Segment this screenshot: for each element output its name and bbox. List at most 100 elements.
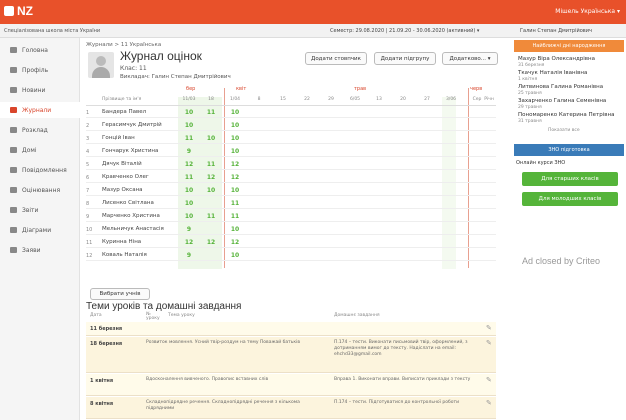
sidebar-item-reports[interactable]: Звіти <box>0 202 80 218</box>
breadcrumb[interactable]: Журнали > 11 Українська <box>86 42 161 48</box>
younger-classes-button[interactable]: Для молодших класів <box>522 192 618 206</box>
grade-cell[interactable]: 10 <box>182 213 196 220</box>
grade-cell[interactable]: 12 <box>228 174 242 181</box>
grade-cell[interactable]: 10 <box>182 109 196 116</box>
more-button[interactable]: Додатково... ▾ <box>442 52 498 65</box>
birthday-name[interactable]: Захарченко Галина Семенівна <box>518 98 606 104</box>
grade-cell[interactable]: 9 <box>182 252 196 259</box>
column-header[interactable]: 13 <box>372 97 386 105</box>
column-header[interactable]: 29 <box>324 97 338 105</box>
sidebar-item-news[interactable]: Новини <box>0 82 80 98</box>
grade-cell[interactable]: 9 <box>182 148 196 155</box>
pupil-name[interactable]: Мельничук Анастасія <box>102 226 164 232</box>
birthdays-more-link[interactable]: Показати все <box>548 128 580 133</box>
pupil-name[interactable]: Дячук Віталій <box>102 161 142 167</box>
grade-cell[interactable]: 10 <box>228 148 242 155</box>
sidebar-item-grading[interactable]: Оцінювання <box>0 182 80 198</box>
pupil-name[interactable]: Бандера Павел <box>102 109 146 115</box>
pencil-icon[interactable]: ✎ <box>486 377 492 384</box>
sidebar-item-requests[interactable]: Заяви <box>0 242 80 258</box>
grade-cell[interactable]: 12 <box>204 239 218 246</box>
sidebar-item-journals[interactable]: Журнали <box>0 102 80 118</box>
grade-cell[interactable]: 10 <box>228 135 242 142</box>
profile-icon <box>10 67 17 73</box>
table-row: 4 Гончарук Христина 9 10 <box>86 146 496 157</box>
grade-cell[interactable]: 10 <box>228 187 242 194</box>
table-row: 5 Дячук Віталій 12 11 12 <box>86 159 496 170</box>
pencil-icon[interactable]: ✎ <box>486 325 492 332</box>
grade-cell[interactable]: 12 <box>228 239 242 246</box>
column-header[interactable]: 15 <box>276 97 290 105</box>
sidebar-item-messages[interactable]: Повідомлення <box>0 162 80 178</box>
page-title: Журнал оцінок <box>120 49 202 63</box>
lesson-row[interactable]: 18 березня Розвиток мовлення. Усний твір… <box>86 337 496 373</box>
pupil-name[interactable]: Герасимчук Дмитрій <box>102 122 162 128</box>
grade-cell[interactable]: 10 <box>182 187 196 194</box>
column-header[interactable]: 6/05 <box>348 97 362 105</box>
sidebar-item-schedule[interactable]: Розклад <box>0 122 80 138</box>
grade-cell[interactable]: 11 <box>228 213 242 220</box>
lesson-row[interactable]: 8 квітня Складнопідрядне речення. Складн… <box>86 397 496 419</box>
pupil-name[interactable]: Лисенко Світлана <box>102 200 154 206</box>
birthday-name[interactable]: Пономаренко Катерина Петрівна <box>518 112 614 118</box>
column-header[interactable]: 8 <box>252 97 266 105</box>
row-number: 8 <box>86 201 90 207</box>
grade-cell[interactable]: 12 <box>182 239 196 246</box>
pupil-name[interactable]: Гончарук Христина <box>102 148 158 154</box>
birthday-name[interactable]: Литвинова Галина Романівна <box>518 84 603 90</box>
pupil-name[interactable]: Гонцій Іван <box>102 135 135 141</box>
birthday-name[interactable]: Мазур Віра Олександрівна <box>518 56 595 62</box>
grade-cell[interactable]: 9 <box>182 226 196 233</box>
grade-cell[interactable]: 12 <box>182 161 196 168</box>
pupil-name[interactable]: Мазур Оксана <box>102 187 143 193</box>
column-header[interactable]: 11/03 <box>182 97 196 105</box>
ad-text: Ad closed by Criteo <box>522 256 601 266</box>
grade-cell[interactable]: 10 <box>228 122 242 129</box>
column-header[interactable]: 18 <box>204 97 218 105</box>
column-header[interactable]: 20 <box>396 97 410 105</box>
pupil-name[interactable]: Куринна Ніна <box>102 239 141 245</box>
grade-cell[interactable]: 11 <box>204 109 218 116</box>
add-column-button[interactable]: Додати стовпчик <box>305 52 367 65</box>
grade-cell[interactable]: 10 <box>228 226 242 233</box>
pencil-icon[interactable]: ✎ <box>486 340 492 347</box>
grade-cell[interactable]: 11 <box>204 213 218 220</box>
select-pupils-button[interactable]: Вибрати учнів <box>90 288 150 300</box>
grade-cell[interactable]: 10 <box>228 252 242 259</box>
grade-cell[interactable]: 11 <box>182 174 196 181</box>
sidebar-item-homework[interactable]: Домі <box>0 142 80 158</box>
grade-cell[interactable]: 11 <box>228 200 242 207</box>
grade-cell[interactable]: 10 <box>182 122 196 129</box>
birthday-name[interactable]: Ткачук Наталія Іванівна <box>518 70 587 76</box>
column-header[interactable]: 3/06 <box>444 97 458 105</box>
sub-bar: Спеціалізована школа міста України Семес… <box>0 24 626 38</box>
lesson-row[interactable]: 11 березня ✎ <box>86 322 496 336</box>
grade-cell[interactable]: 10 <box>182 200 196 207</box>
sidebar-item-profile[interactable]: Профіль <box>0 62 80 78</box>
sidebar-item-charts[interactable]: Діаграми <box>0 222 80 238</box>
pupil-name[interactable]: Кравченко Олег <box>102 174 149 180</box>
grade-cell[interactable]: 12 <box>204 174 218 181</box>
grade-cell[interactable]: 10 <box>204 135 218 142</box>
top-user-menu[interactable]: Мішель Українська ▾ <box>555 8 620 15</box>
add-subgroup-button[interactable]: Додати підгрупу <box>374 52 436 65</box>
grade-cell[interactable]: 11 <box>182 135 196 142</box>
grade-cell[interactable]: 11 <box>204 161 218 168</box>
app-logo[interactable]: NZ <box>4 4 33 18</box>
grade-cell[interactable]: 10 <box>228 109 242 116</box>
lesson-row[interactable]: 1 квітня Вдосконалення вивченого. Правоп… <box>86 374 496 396</box>
grade-cell[interactable]: 12 <box>228 161 242 168</box>
homework-icon <box>10 147 17 153</box>
sidebar-item-home[interactable]: Головна <box>0 42 80 58</box>
column-header[interactable]: 22 <box>300 97 314 105</box>
column-header[interactable]: 1/04 <box>228 97 242 105</box>
older-classes-button[interactable]: Для старших класів <box>522 172 618 186</box>
column-header[interactable]: 27 <box>420 97 434 105</box>
pupil-name[interactable]: Коваль Наталія <box>102 252 147 258</box>
grade-cell[interactable]: 10 <box>204 187 218 194</box>
pupil-name[interactable]: Марченко Христина <box>102 213 160 219</box>
current-user[interactable]: Галин Степан Дмитрійович <box>520 28 592 34</box>
semester-select[interactable]: Семестр: 29.08.2020 | 21.09.20 - 30.06.2… <box>330 28 479 34</box>
pencil-icon[interactable]: ✎ <box>486 400 492 407</box>
ad-closed-label[interactable]: Ad closed by Criteo <box>522 256 600 266</box>
